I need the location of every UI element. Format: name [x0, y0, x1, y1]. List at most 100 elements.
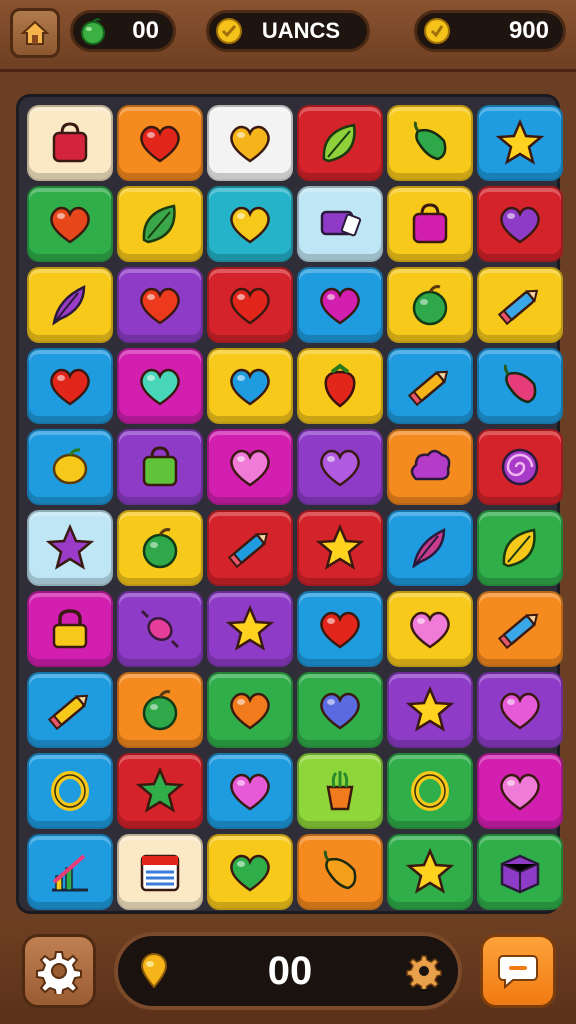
tile[interactable]	[297, 429, 383, 505]
tile[interactable]	[27, 429, 113, 505]
pencil-icon	[47, 694, 89, 731]
home-button[interactable]	[10, 8, 60, 58]
tile[interactable]	[387, 753, 473, 829]
tile[interactable]	[477, 105, 563, 181]
tile[interactable]	[207, 186, 293, 262]
tile[interactable]	[297, 510, 383, 586]
chat-icon	[498, 955, 538, 990]
tile[interactable]	[477, 672, 563, 748]
tile[interactable]	[117, 753, 203, 829]
bag-icon	[412, 203, 448, 244]
star-icon	[405, 847, 455, 894]
tile[interactable]	[207, 429, 293, 505]
tile[interactable]	[117, 267, 203, 343]
candy-icon	[140, 609, 180, 649]
heart-icon	[50, 206, 90, 244]
tile[interactable]	[117, 510, 203, 586]
tile[interactable]	[477, 510, 563, 586]
tile[interactable]	[387, 672, 473, 748]
star-icon	[495, 118, 545, 165]
lemon-icon	[52, 448, 88, 485]
tile[interactable]	[297, 186, 383, 262]
apple-icon	[77, 15, 109, 47]
tile[interactable]	[477, 267, 563, 343]
tile[interactable]	[117, 348, 203, 424]
tile[interactable]	[387, 834, 473, 910]
heart-icon	[500, 206, 540, 244]
tile[interactable]	[387, 510, 473, 586]
heart-icon	[50, 368, 90, 406]
box-icon	[500, 854, 540, 894]
tile[interactable]	[297, 834, 383, 910]
tile-grid	[27, 105, 563, 912]
tile[interactable]	[387, 591, 473, 667]
tile[interactable]	[207, 591, 293, 667]
tile[interactable]	[387, 429, 473, 505]
lock-icon	[52, 609, 88, 649]
tile[interactable]	[27, 348, 113, 424]
tile[interactable]	[207, 753, 293, 829]
tile[interactable]	[387, 348, 473, 424]
tile[interactable]	[477, 753, 563, 829]
tile[interactable]	[207, 834, 293, 910]
feather-icon	[412, 528, 446, 569]
tile[interactable]	[27, 672, 113, 748]
tile[interactable]	[27, 834, 113, 910]
heart-icon	[500, 773, 540, 811]
strawberry-icon	[324, 363, 356, 408]
tile[interactable]	[117, 834, 203, 910]
tile[interactable]	[387, 186, 473, 262]
tile[interactable]	[297, 672, 383, 748]
leaf-icon	[142, 204, 176, 244]
heart-icon	[320, 692, 360, 730]
tile[interactable]	[477, 834, 563, 910]
chat-button[interactable]	[480, 934, 556, 1008]
settings-button[interactable]	[22, 934, 96, 1008]
ring-icon	[51, 771, 89, 811]
tile[interactable]	[207, 267, 293, 343]
tile[interactable]	[387, 267, 473, 343]
apple-icon	[142, 690, 178, 731]
tile[interactable]	[207, 348, 293, 424]
tile[interactable]	[207, 672, 293, 748]
tile[interactable]	[27, 105, 113, 181]
tile[interactable]	[117, 591, 203, 667]
tile[interactable]	[117, 105, 203, 181]
cloud-icon	[410, 449, 451, 481]
bag-icon	[52, 122, 88, 163]
tile[interactable]	[27, 267, 113, 343]
chart-icon	[52, 854, 88, 892]
bottom-bar: 00	[0, 920, 576, 1024]
star-icon	[135, 766, 185, 813]
tile[interactable]	[27, 591, 113, 667]
tile[interactable]	[117, 672, 203, 748]
tile[interactable]	[207, 510, 293, 586]
heart-icon	[320, 449, 360, 487]
tile[interactable]	[117, 186, 203, 262]
tile[interactable]	[477, 348, 563, 424]
heart-icon	[500, 692, 540, 730]
star-icon	[315, 523, 365, 570]
tile[interactable]	[207, 105, 293, 181]
coin-icon	[213, 15, 245, 47]
tile[interactable]	[297, 267, 383, 343]
home-icon	[20, 20, 50, 45]
tile[interactable]	[297, 591, 383, 667]
lives-count: 00	[132, 17, 159, 44]
tile[interactable]	[297, 348, 383, 424]
tile[interactable]	[387, 105, 473, 181]
tile[interactable]	[477, 186, 563, 262]
coin-count: 900	[508, 17, 549, 44]
tile[interactable]	[297, 753, 383, 829]
tile[interactable]	[477, 591, 563, 667]
gold-coin-icon	[421, 15, 453, 47]
tile[interactable]	[297, 105, 383, 181]
tile[interactable]	[117, 429, 203, 505]
leaf-icon	[502, 528, 536, 568]
pot-icon	[326, 771, 354, 811]
tile[interactable]	[477, 429, 563, 505]
tile[interactable]	[27, 510, 113, 586]
tile[interactable]	[27, 753, 113, 829]
small-gear-icon[interactable]	[406, 953, 442, 989]
tile[interactable]	[27, 186, 113, 262]
